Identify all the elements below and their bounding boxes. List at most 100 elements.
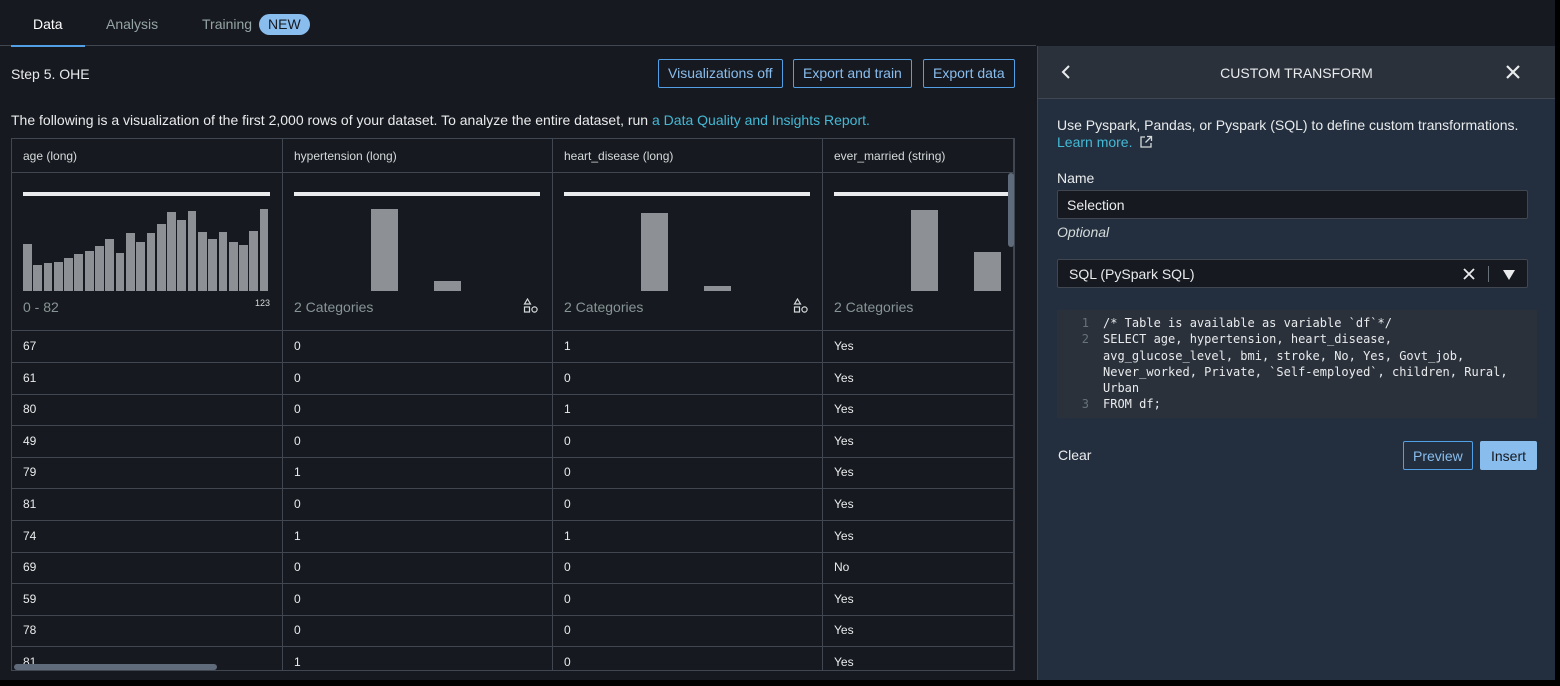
table-cell: Yes [823, 394, 1014, 426]
table-row: 49 0 0 Yes [12, 425, 1014, 458]
histogram-bar [218, 231, 228, 291]
transform-name-input[interactable] [1057, 190, 1528, 219]
table-cell: 80 [12, 394, 283, 426]
histogram-bar [146, 232, 156, 291]
code-line: 3 FROM df; [1057, 396, 1537, 412]
optional-hint: Optional [1057, 224, 1110, 240]
category-bar [641, 213, 668, 291]
clear-button[interactable]: Clear [1058, 446, 1091, 464]
code-line: 2 SELECT age, hypertension, heart_disease… [1057, 331, 1537, 347]
window-edge-right [1555, 0, 1560, 686]
category-bar [974, 252, 1001, 291]
table-row: 59 0 0 Yes [12, 583, 1014, 616]
histogram-bar [33, 264, 43, 291]
data-quality-report-link[interactable]: a Data Quality and Insights Report. [652, 112, 870, 128]
export-and-train-button[interactable]: Export and train [793, 59, 912, 88]
preview-button[interactable]: Preview [1403, 441, 1473, 470]
learn-more-link[interactable]: Learn more. [1057, 134, 1132, 150]
category-type-icon [523, 297, 539, 316]
column-header-age[interactable]: age (long) [12, 139, 283, 173]
histogram-bar [115, 253, 125, 291]
line-number: 2 [1081, 332, 1089, 347]
table-cell: 49 [12, 425, 283, 457]
table-cell: Yes [823, 425, 1014, 457]
tab-analysis[interactable]: Analysis [106, 0, 158, 46]
column-header-hypertension[interactable]: hypertension (long) [283, 139, 553, 173]
column-header-ever-married[interactable]: ever_married (string) [823, 139, 1014, 173]
viz-summary-line [294, 192, 540, 196]
table-cell: 0 [553, 552, 823, 584]
histogram-bar [95, 245, 104, 291]
table-cell: Yes [823, 489, 1014, 520]
table-row: 69 0 0 No [12, 552, 1014, 585]
line-number: 3 [1081, 397, 1089, 412]
code-editor[interactable]: 1 /* Table is available as variable `df`*… [1057, 310, 1537, 418]
table-row: 81 0 0 Yes [12, 489, 1014, 521]
table-row: 74 1 1 Yes [12, 520, 1014, 553]
code-text: Never_worked, Private, `Self-employed`, … [1103, 364, 1508, 379]
data-table: age (long) hypertension (long) heart_dis… [11, 138, 1015, 671]
table-cell: 81 [12, 489, 283, 520]
table-row: 67 0 1 Yes [12, 331, 1014, 363]
caret-down-icon[interactable] [1502, 268, 1516, 280]
histogram-ever-married [834, 203, 1014, 291]
table-row: 80 0 1 Yes [12, 394, 1014, 427]
table-cell: 0 [283, 583, 553, 615]
histogram-bar [125, 232, 135, 291]
code-text: /* Table is available as variable `df`*/ [1103, 316, 1392, 330]
table-cell: Yes [823, 362, 1014, 394]
clear-selection-icon[interactable] [1461, 266, 1477, 282]
table-cell: 79 [12, 457, 283, 489]
custom-transform-panel: CUSTOM TRANSFORM Use Pyspark, Pandas, or… [1037, 46, 1555, 680]
close-icon[interactable] [1500, 59, 1526, 85]
column-viz-age[interactable]: 0 - 82 123 [12, 173, 283, 331]
table-row: 78 0 0 Yes [12, 615, 1014, 648]
histogram-bar [53, 262, 63, 291]
viz-summary-line [564, 192, 810, 196]
histogram-bar [187, 210, 197, 291]
category-bar [434, 281, 461, 291]
table-cell: 0 [283, 331, 553, 362]
range-label: 0 - 82 [23, 299, 59, 315]
code-text: SELECT age, hypertension, heart_disease, [1103, 332, 1392, 347]
category-type-icon [793, 297, 809, 316]
column-viz-ever-married[interactable]: 2 Categories [823, 173, 1014, 331]
vertical-scrollbar[interactable] [1008, 173, 1014, 247]
numeric-type-icon: 123 [255, 298, 271, 308]
histogram-bar [249, 231, 259, 291]
table-cell: 78 [12, 615, 283, 647]
table-cell: 0 [553, 489, 823, 520]
export-data-button[interactable]: Export data [923, 59, 1015, 88]
language-select[interactable]: SQL (PySpark SQL) [1057, 259, 1528, 288]
histogram-bar [84, 250, 94, 291]
insert-button[interactable]: Insert [1480, 441, 1538, 470]
histogram-bar [156, 223, 166, 291]
table-cell: Yes [823, 583, 1014, 615]
table-cell: 74 [12, 520, 283, 552]
table-cell: 69 [12, 552, 283, 584]
table-cell: Yes [823, 520, 1014, 552]
panel-title: CUSTOM TRANSFORM [1220, 65, 1373, 81]
table-cell: 0 [283, 489, 553, 520]
histogram-bar [43, 263, 53, 291]
code-line: Never_worked, Private, `Self-employed`, … [1057, 364, 1537, 380]
table-cell: 1 [553, 331, 823, 362]
histogram-age [23, 203, 270, 291]
horizontal-scrollbar[interactable] [14, 664, 217, 670]
external-link-icon[interactable] [1139, 135, 1153, 153]
table-cell: 0 [283, 362, 553, 394]
column-viz-heart-disease[interactable]: 2 Categories [553, 173, 823, 331]
category-bar [911, 209, 938, 291]
visualizations-toggle-button[interactable]: Visualizations off [658, 59, 783, 88]
categories-label: 2 Categories [294, 299, 374, 315]
new-badge: NEW [259, 14, 310, 35]
tab-data[interactable]: Data [11, 0, 84, 47]
histogram-bar [64, 258, 73, 291]
table-cell: 1 [283, 647, 553, 670]
column-viz-hypertension[interactable]: 2 Categories [283, 173, 553, 331]
histogram-bar [167, 212, 176, 291]
code-text: Urban [1103, 381, 1140, 396]
code-line: avg_glucose_level, bmi, stroke, No, Yes,… [1057, 348, 1537, 364]
column-header-heart-disease[interactable]: heart_disease (long) [553, 139, 823, 173]
tab-training[interactable]: Training [202, 0, 252, 46]
